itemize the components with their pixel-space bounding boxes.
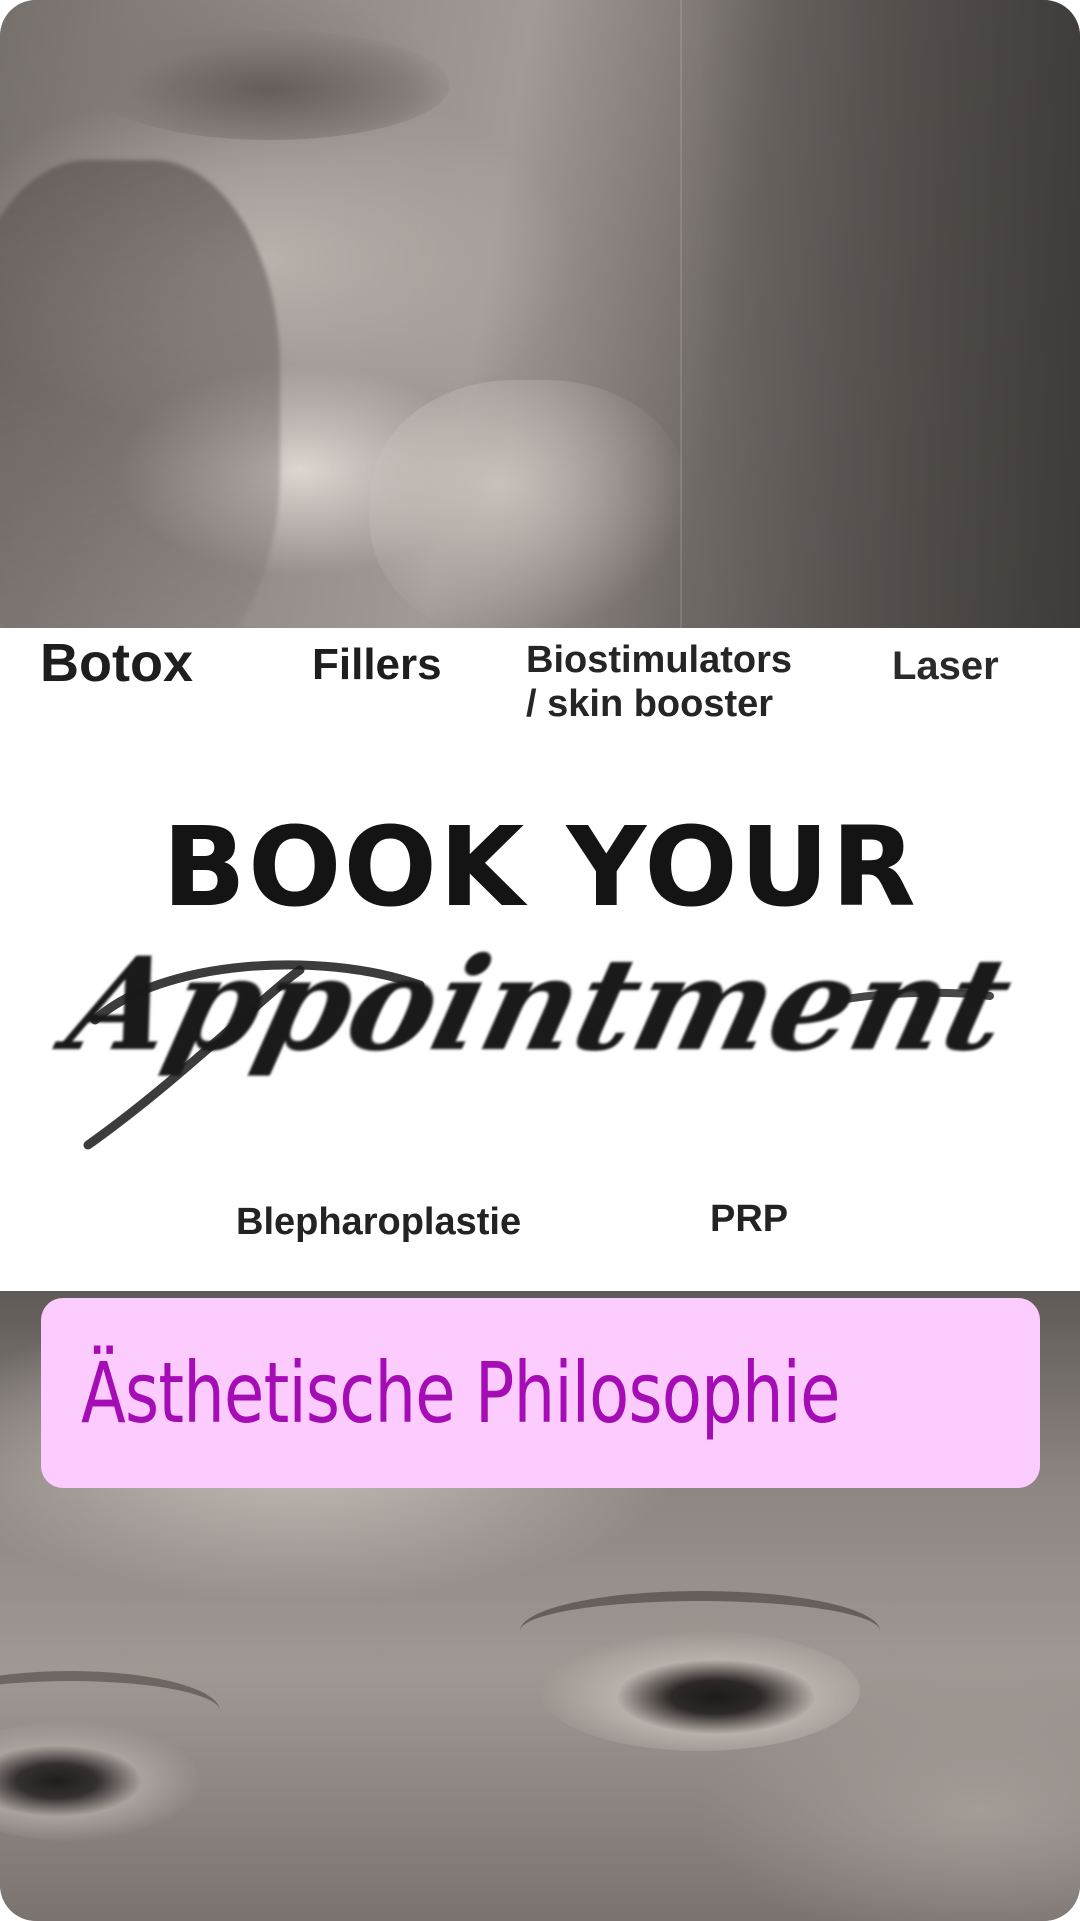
lips-shade [90,30,450,140]
story-card: Botox Fillers Biostimulators / skin boos… [0,0,1080,1921]
service-biostimulators: Biostimulators / skin booster [526,638,792,726]
headline-book-your: BOOK YOUR [162,803,918,931]
paper-crease [680,0,682,628]
script-appointment: Appointment [54,930,1026,1080]
text-sticker[interactable]: Ästhetische Philosophie [41,1298,1040,1488]
right-eye [540,1631,860,1751]
hair-shade [0,160,280,628]
service-prp: PRP [710,1198,789,1240]
service-fillers: Fillers [312,640,442,689]
neck-highlight [370,380,690,628]
service-botox: Botox [40,633,193,693]
top-photo-face [0,0,1080,628]
service-laser: Laser [892,644,999,688]
service-biostimulators-line1: Biostimulators [526,639,793,681]
service-blepharoplastie: Blepharoplastie [236,1201,522,1243]
sticker-text: Ästhetische Philosophie [81,1344,840,1442]
service-biostimulators-line2: / skin booster [526,683,774,725]
right-shadow [700,0,1080,628]
